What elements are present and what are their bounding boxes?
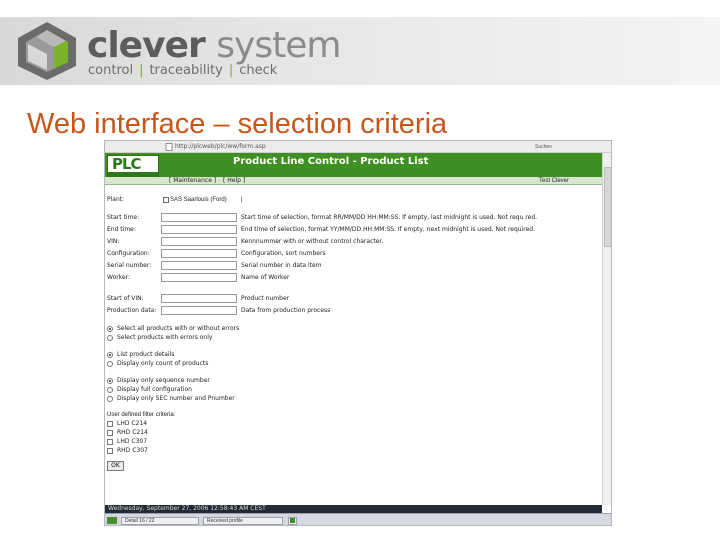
configuration-input[interactable] bbox=[161, 249, 237, 258]
tagline-check: check bbox=[239, 63, 278, 78]
current-user: Test Clever bbox=[539, 178, 570, 184]
field-label: Serial number: bbox=[107, 262, 152, 269]
field-description: Kennnummer with or without control chara… bbox=[241, 238, 384, 245]
option-label: Display only SEC number and Pnumber bbox=[117, 395, 235, 402]
tagline-control: control bbox=[88, 63, 134, 78]
plant-description: | bbox=[241, 197, 243, 203]
plant-checkbox[interactable] bbox=[163, 197, 169, 203]
status-line: Wednesday, September 27, 2006 12:58:43 A… bbox=[105, 505, 602, 513]
checkbox[interactable] bbox=[107, 439, 113, 445]
brand-word-secondary: system bbox=[216, 25, 341, 66]
checkbox[interactable] bbox=[107, 421, 113, 427]
field-label: Production data: bbox=[107, 307, 157, 314]
field-description: End time of selection, format YY/MM/DD H… bbox=[241, 226, 536, 233]
tagline-separator: | bbox=[139, 63, 144, 78]
vin-input[interactable] bbox=[161, 237, 237, 246]
radio-button[interactable] bbox=[107, 387, 113, 393]
radio-button[interactable] bbox=[107, 335, 113, 341]
status-text: Wednesday, September 27, 2006 12:58:43 A… bbox=[108, 505, 266, 512]
field-label: VIN: bbox=[107, 238, 120, 245]
taskbar-tab[interactable]: Detail 16 / 22 bbox=[121, 517, 199, 525]
option-label: Display only count of products bbox=[117, 360, 209, 367]
taskbar-tab[interactable]: Received profile bbox=[203, 517, 283, 525]
taskbar: Detail 16 / 22 Received profile bbox=[105, 513, 611, 525]
option-label: Select products with errors only bbox=[117, 334, 213, 341]
production-data-input[interactable] bbox=[161, 306, 237, 315]
option-label: Select all products with or without erro… bbox=[117, 325, 240, 332]
field-label: Start of VIN: bbox=[107, 295, 144, 302]
filter-heading: User defined filter criteria: bbox=[107, 412, 176, 418]
slide-title: Web interface – selection criteria bbox=[27, 108, 448, 140]
start-of-vin-input[interactable] bbox=[161, 294, 237, 303]
field-label: Start time: bbox=[107, 214, 140, 221]
field-description: Name of Worker bbox=[241, 274, 290, 281]
serial-number-input[interactable] bbox=[161, 261, 237, 270]
option-label: Display full configuration bbox=[117, 386, 192, 393]
plant-label: Plant: bbox=[107, 196, 125, 203]
start-time-input[interactable] bbox=[161, 213, 237, 222]
worker-input[interactable] bbox=[161, 273, 237, 282]
field-label: Configuration: bbox=[107, 250, 150, 257]
radio-button[interactable] bbox=[107, 352, 113, 358]
radio-button[interactable] bbox=[107, 396, 113, 402]
selection-form: Plant: SAS Saarlouis (Ford) | Start time… bbox=[105, 185, 602, 505]
field-description: Data from production process bbox=[241, 307, 331, 314]
app-menu-bar: [ Maintenance ] [ Help ] Test Clever bbox=[105, 177, 602, 185]
filter-label: LHD C214 bbox=[117, 420, 148, 427]
plc-logo-text: PLC bbox=[112, 155, 142, 173]
field-description: Start time of selection, format RR/MM/DD… bbox=[241, 214, 538, 221]
radio-button[interactable] bbox=[107, 378, 113, 384]
filter-label: RHD C307 bbox=[117, 447, 148, 454]
radio-button[interactable] bbox=[107, 361, 113, 367]
menu-maintenance[interactable]: [ Maintenance ] bbox=[169, 177, 216, 185]
page-icon bbox=[165, 143, 173, 151]
radio-button[interactable] bbox=[107, 326, 113, 332]
start-icon[interactable] bbox=[107, 517, 117, 524]
plc-logo: PLC bbox=[107, 155, 159, 177]
vertical-scrollbar[interactable] bbox=[602, 153, 611, 505]
end-time-input[interactable] bbox=[161, 225, 237, 234]
filter-label: LHD C307 bbox=[117, 438, 148, 445]
app-title: Product Line Control - Product List bbox=[233, 156, 429, 167]
ok-button[interactable]: OK bbox=[107, 461, 124, 471]
brand-word-primary: clever bbox=[87, 25, 206, 66]
option-label: List product details bbox=[117, 351, 175, 358]
field-description: Product number bbox=[241, 295, 290, 302]
option-label: Display only sequence number bbox=[117, 377, 210, 384]
clever-system-logo-icon bbox=[18, 22, 76, 80]
tagline-separator: | bbox=[228, 63, 234, 78]
menu-help[interactable]: [ Help ] bbox=[223, 177, 245, 185]
tray-icon bbox=[290, 518, 295, 523]
field-description: Serial number in data item bbox=[241, 262, 322, 269]
address-bar[interactable]: http://plcweb/plc/ww/form.asp Suchen bbox=[105, 141, 611, 153]
field-label: Worker: bbox=[107, 274, 131, 281]
address-text: http://plcweb/plc/ww/form.asp bbox=[175, 143, 266, 150]
scrollbar-thumb[interactable] bbox=[604, 167, 611, 247]
search-label[interactable]: Suchen bbox=[535, 143, 552, 151]
checkbox[interactable] bbox=[107, 448, 113, 454]
field-description: Configuration, sort numbers bbox=[241, 250, 326, 257]
browser-screenshot: http://plcweb/plc/ww/form.asp Suchen PLC… bbox=[104, 140, 612, 526]
brand-wordmark: clever system bbox=[87, 25, 341, 66]
brand-tagline: control | traceability | check bbox=[88, 63, 277, 79]
checkbox[interactable] bbox=[107, 430, 113, 436]
filter-label: RHD C214 bbox=[117, 429, 148, 436]
tagline-traceability: traceability bbox=[149, 63, 223, 78]
field-label: End time: bbox=[107, 226, 136, 233]
plant-value: SAS Saarlouis (Ford) bbox=[170, 197, 227, 203]
